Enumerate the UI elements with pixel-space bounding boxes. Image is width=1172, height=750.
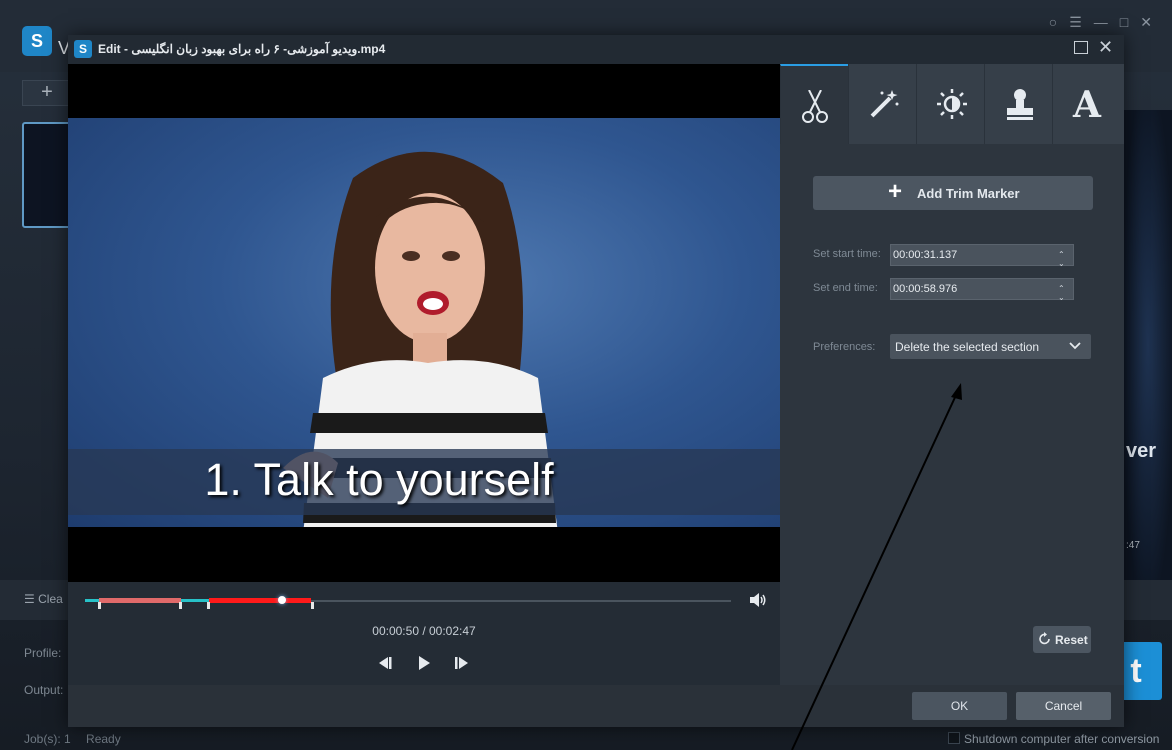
background-preview-panel (1124, 110, 1172, 580)
text-icon: A (1073, 84, 1101, 126)
checkbox-icon[interactable] (948, 732, 960, 744)
start-time-stepper[interactable]: ⌃ ⌄ (1055, 245, 1071, 268)
ok-button[interactable]: OK (912, 692, 1007, 720)
edit-dialog: S Edit - ویدیو آموزشی- ۶ راه برای بهبود … (68, 35, 1124, 727)
output-label: Output: (24, 683, 64, 697)
shutdown-checkbox[interactable]: Shutdown computer after conversion (948, 732, 1159, 746)
trim-handle-end[interactable] (311, 602, 314, 609)
magic-wand-icon (870, 90, 899, 118)
dialog-footer: OK Cancel (68, 685, 1124, 727)
cancel-button[interactable]: Cancel (1016, 692, 1111, 720)
app-logo-icon: S (74, 40, 92, 58)
tab-adjust[interactable] (916, 64, 985, 144)
chevron-down-icon (1069, 342, 1081, 350)
add-file-button[interactable]: + (22, 80, 72, 106)
play-icon[interactable] (414, 655, 434, 671)
time-readout: 00:00:50 / 00:02:47 (372, 624, 476, 638)
clear-label: Clea (38, 592, 63, 606)
background-preview-text: ver (1126, 440, 1157, 462)
reset-label: Reset (1055, 633, 1088, 647)
maximize-icon[interactable] (1074, 41, 1088, 54)
end-time-stepper[interactable]: ⌃ ⌄ (1055, 279, 1071, 302)
trim-handle-start[interactable] (98, 602, 101, 609)
status-bar: Job(s): 1 Ready (24, 732, 133, 746)
scissors-icon (802, 90, 828, 123)
shutdown-label: Shutdown computer after conversion (964, 732, 1160, 746)
trim-handle-end[interactable] (179, 602, 182, 609)
preferences-value: Delete the selected section (895, 340, 1040, 354)
background-window-controls[interactable]: ○☰—□✕ (1049, 14, 1164, 31)
start-time-value: 00:00:31.137 (893, 249, 958, 261)
reset-button[interactable]: Reset (1033, 626, 1091, 653)
profile-label: Profile: (24, 646, 62, 660)
stamp-icon (1007, 89, 1033, 120)
end-time-label: Set end time: (813, 282, 878, 294)
trim-segment-2[interactable] (209, 598, 311, 603)
start-time-label: Set start time: (813, 248, 881, 260)
chevron-down-icon[interactable]: ⌄ (1058, 254, 1065, 274)
playhead[interactable] (278, 596, 286, 604)
edit-tabs: A (780, 64, 1124, 144)
background-timecode: :47 (1126, 540, 1140, 551)
subtitle-caption: 1. Talk to yourself (204, 454, 554, 505)
start-time-field[interactable]: 00:00:31.137 ⌃ ⌄ (890, 244, 1074, 268)
end-time-field[interactable]: 00:00:58.976 ⌃ ⌄ (890, 278, 1074, 302)
clear-icon: ☰ (24, 592, 35, 606)
tab-text[interactable]: A (1052, 64, 1121, 144)
add-trim-marker-button[interactable]: + Add Trim Marker (813, 176, 1093, 210)
dialog-title: Edit - ویدیو آموزشی- ۶ راه برای بهبود زب… (98, 42, 386, 56)
volume-icon[interactable] (749, 592, 767, 608)
refresh-icon (1039, 632, 1050, 645)
brightness-icon (937, 89, 967, 119)
preferences-select[interactable]: Delete the selected section (890, 334, 1091, 359)
job-count: Job(s): 1 (24, 732, 71, 746)
close-icon[interactable]: ✕ (1098, 37, 1113, 58)
prev-frame-icon[interactable] (375, 655, 395, 671)
trim-handle-start[interactable] (207, 602, 210, 609)
tab-trim[interactable] (780, 64, 848, 144)
timeline-kept-segment (181, 599, 209, 602)
trim-segment-1[interactable] (99, 598, 181, 603)
playback-controls: 00:00:50 / 00:02:47 (68, 582, 780, 685)
app-logo-icon: S (22, 26, 52, 56)
tab-watermark[interactable] (984, 64, 1053, 144)
chevron-down-icon[interactable]: ⌄ (1058, 288, 1065, 308)
dialog-titlebar: S Edit - ویدیو آموزشی- ۶ راه برای بهبود … (68, 35, 1124, 64)
add-trim-marker-label: Add Trim Marker (917, 186, 1020, 201)
clear-button[interactable]: ☰ Clea (24, 592, 63, 606)
next-frame-icon[interactable] (452, 655, 472, 671)
video-frame: 1. Talk to yourself (68, 118, 780, 527)
status-state: Ready (86, 732, 121, 746)
preferences-label: Preferences: (813, 341, 876, 353)
plus-icon: + (888, 178, 903, 205)
edit-settings-panel: A + Add Trim Marker Set start time: 00:0… (780, 64, 1124, 685)
video-preview: 1. Talk to yourself (68, 64, 780, 582)
end-time-value: 00:00:58.976 (893, 283, 958, 295)
tab-effects[interactable] (848, 64, 917, 144)
